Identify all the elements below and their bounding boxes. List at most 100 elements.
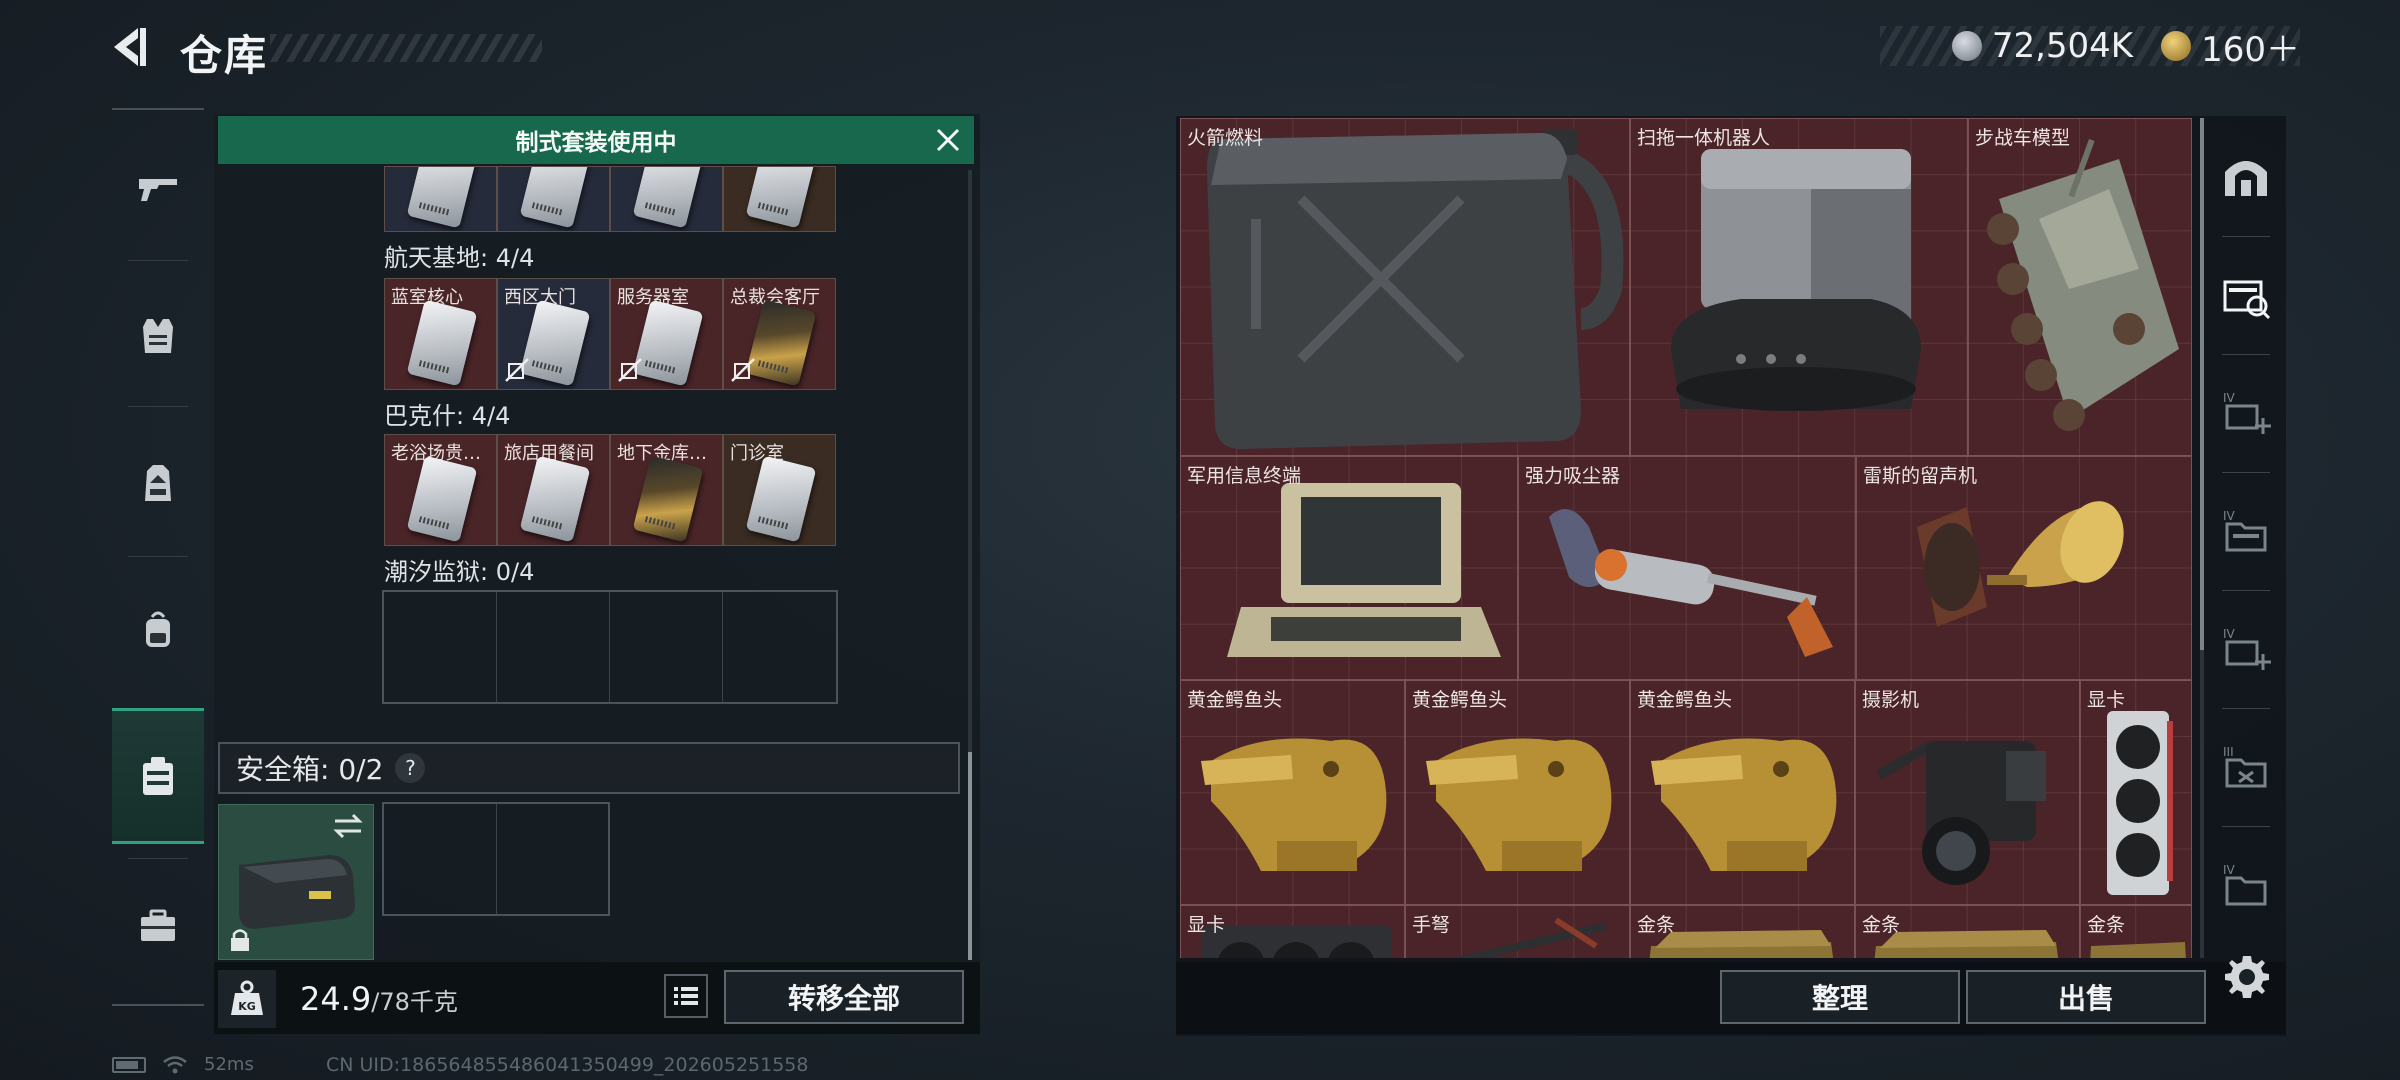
rail-item-toolbox[interactable] [112, 866, 204, 986]
key-group-bakhsh: 老浴场贵… 旅店用餐间 地下金库… 门诊室 [384, 434, 836, 546]
rail-item-chest-rig[interactable] [112, 424, 204, 544]
unlinked-card-icon [505, 358, 529, 382]
stash-item[interactable]: 显卡 [2080, 680, 2192, 905]
back-button[interactable] [108, 24, 154, 70]
keycard-item[interactable]: 西区大门 [497, 278, 610, 390]
rail-divider [112, 1004, 204, 1006]
safe-box-container[interactable] [218, 804, 374, 960]
empty-keycard-slot[interactable] [384, 592, 497, 702]
safe-box-header: 安全箱: 0/2 ? [218, 742, 960, 794]
currency-silver[interactable]: 72,504K [1951, 26, 2133, 66]
item-label: 金条 [1862, 914, 1901, 936]
rail-item-keycards[interactable] [112, 708, 204, 844]
carry-weight: 24.9/78千克 [300, 980, 458, 1018]
keycard-slot[interactable] [723, 166, 836, 232]
stash-tab-6[interactable]: IV [2206, 826, 2286, 944]
svg-text:IV: IV [2223, 863, 2236, 877]
gold-coin-icon [2161, 31, 2192, 61]
currency-bar: 72,504K 160＋ [1880, 26, 2300, 70]
stash-item[interactable]: 扫拖一体机器人 [1630, 118, 1968, 456]
keycard-slot[interactable] [384, 166, 497, 232]
stash-item[interactable]: 黄金鳄鱼头 [1405, 680, 1630, 905]
stash-item[interactable]: 黄金鳄鱼头 [1180, 680, 1405, 905]
group-title: 潮汐监狱: 0/4 [384, 558, 535, 586]
transfer-all-button[interactable]: 转移全部 [724, 970, 964, 1024]
previous-group-row [384, 166, 836, 232]
item-label: 强力吸尘器 [1525, 465, 1621, 487]
sell-button[interactable]: 出售 [1966, 970, 2206, 1024]
keycard-item[interactable]: 蓝室核心 [384, 278, 497, 390]
sort-button[interactable]: 整理 [1720, 970, 1960, 1024]
keycard-art [406, 167, 478, 229]
empty-keycard-slot[interactable] [723, 592, 836, 702]
rail-item-backpack[interactable] [112, 570, 204, 690]
rail-divider [128, 858, 188, 859]
wifi-icon [163, 1055, 187, 1073]
list-view-button[interactable] [664, 974, 708, 1018]
stash-scrollbar-thumb[interactable] [2200, 118, 2204, 650]
rail-divider [128, 556, 188, 557]
gun-icon [139, 179, 177, 201]
empty-keycard-slot[interactable] [497, 592, 610, 702]
kg-weight-icon: KG [231, 980, 263, 1015]
stash-item[interactable]: 黄金鳄鱼头 [1630, 680, 1855, 905]
item-label: 显卡 [1187, 914, 1226, 936]
stash-item[interactable]: 强力吸尘器 [1518, 456, 1856, 680]
stash-item[interactable]: 火箭燃料 [1180, 118, 1630, 456]
stash-tab-3[interactable]: IV [2206, 472, 2286, 590]
svg-text:IV: IV [2223, 627, 2236, 641]
keycard-slot[interactable] [610, 166, 723, 232]
stash-tab-home[interactable] [2206, 118, 2286, 236]
item-label: 火箭燃料 [1187, 127, 1264, 149]
item-label: 黄金鳄鱼头 [1187, 689, 1283, 711]
battery-icon [112, 1056, 146, 1073]
keycard-item[interactable]: 老浴场贵… [384, 434, 497, 546]
panel-scrollbar-thumb[interactable] [968, 752, 972, 960]
stash-item[interactable]: 显卡 [1180, 905, 1405, 958]
toolbox-icon [141, 909, 175, 941]
rail-divider [128, 406, 188, 407]
stash-folder-icon: III [2223, 745, 2267, 788]
currency-gold[interactable]: 160＋ [2161, 22, 2300, 71]
empty-safe-slot[interactable] [497, 804, 609, 914]
keycard-art [632, 299, 704, 387]
item-label: 雷斯的留声机 [1863, 465, 1978, 487]
stash-tab-1[interactable] [2206, 236, 2286, 354]
stash-item[interactable]: 金条 [2080, 905, 2192, 958]
silver-coin-icon [1951, 31, 1982, 61]
stash-item[interactable]: 金条 [1630, 905, 1855, 958]
stash-tab-5[interactable]: III [2206, 708, 2286, 826]
rail-item-weapons[interactable] [112, 128, 204, 248]
stash-folder-icon: IV [2223, 863, 2267, 906]
gear-icon[interactable] [2222, 952, 2272, 1002]
keycard-item[interactable]: 服务器室 [610, 278, 723, 390]
close-icon[interactable] [934, 126, 962, 154]
stash-tab-4[interactable]: IV [2206, 590, 2286, 708]
keycard-item[interactable]: 总裁会客厅 [723, 278, 836, 390]
keycard-art [406, 455, 478, 543]
empty-keycard-slot[interactable] [610, 592, 723, 702]
svg-text:IV: IV [2223, 391, 2236, 405]
help-icon[interactable]: ? [395, 753, 426, 783]
stash-tab-2[interactable]: IV [2206, 354, 2286, 472]
group-title: 航天基地: 4/4 [384, 244, 535, 272]
stash-item[interactable]: 军用信息终端 [1180, 456, 1518, 680]
stash-grid: 火箭燃料 扫拖一体机器人 步战车模型 军用信息终端 强力吸尘器 雷斯的留声机 黄… [1180, 118, 2192, 958]
stash-item[interactable]: 雷斯的留声机 [1856, 456, 2192, 680]
weight-max: /78千克 [371, 988, 458, 1016]
stash-item[interactable]: 金条 [1855, 905, 2080, 958]
item-label: 扫拖一体机器人 [1637, 127, 1771, 149]
keycard-slot[interactable] [497, 166, 610, 232]
item-label: 金条 [1637, 914, 1676, 936]
svg-text:III: III [2223, 745, 2234, 759]
stash-item[interactable]: 摄影机 [1855, 680, 2080, 905]
rail-item-armor[interactable] [112, 276, 204, 396]
stash-item[interactable]: 步战车模型 [1968, 118, 2192, 456]
keycard-item[interactable]: 门诊室 [723, 434, 836, 546]
keycard-item[interactable]: 地下金库… [610, 434, 723, 546]
keycard-item[interactable]: 旅店用餐间 [497, 434, 610, 546]
empty-safe-slot[interactable] [384, 804, 497, 914]
stash-item[interactable]: 手弩 [1405, 905, 1630, 958]
page-title: 仓库 [180, 31, 269, 80]
item-label: 金条 [2087, 914, 2126, 936]
